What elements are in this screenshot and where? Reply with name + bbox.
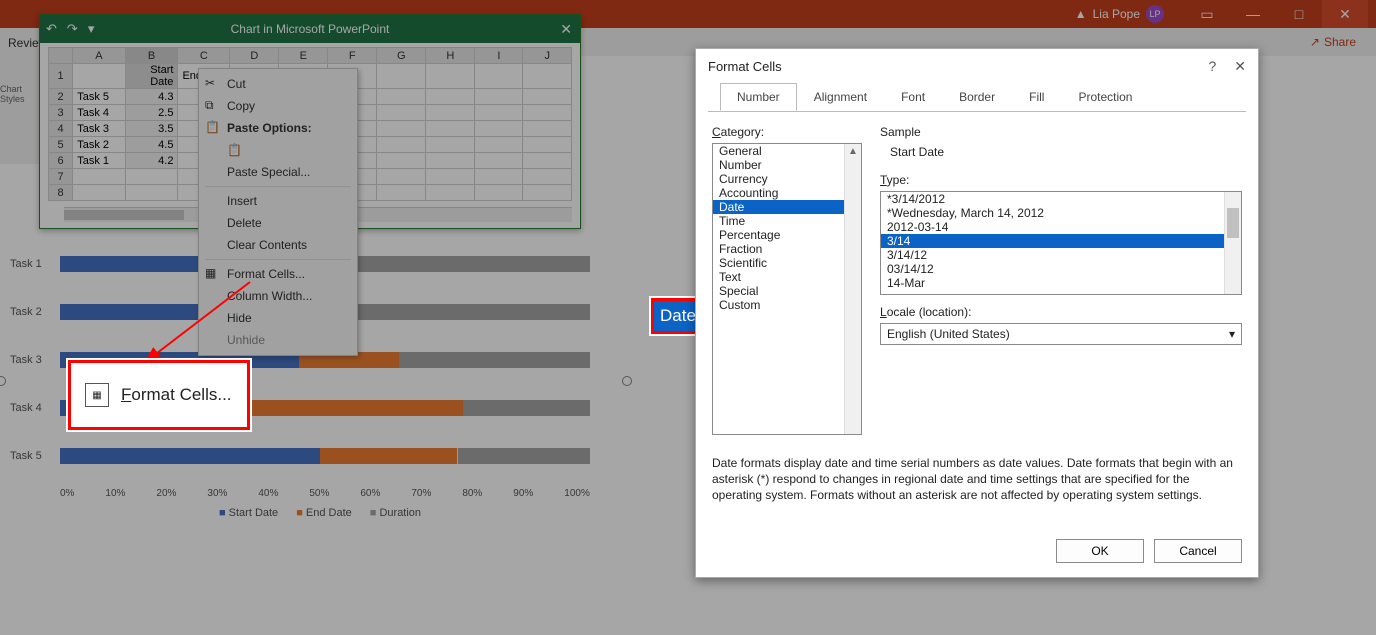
menu-insert[interactable]: Insert (199, 190, 357, 212)
category-label: Category: (712, 125, 862, 139)
type-item[interactable]: 3/14 (881, 234, 1241, 248)
legend-end-date: End Date (296, 507, 352, 519)
chart-styles-label: Chart Styles (0, 84, 42, 104)
dialog-title: Format Cells (708, 59, 782, 74)
tab-alignment[interactable]: Alignment (797, 83, 884, 111)
category-item[interactable]: Fraction (713, 242, 861, 256)
category-item[interactable]: Scientific (713, 256, 861, 270)
scrollbar[interactable]: ▲ (844, 144, 861, 434)
category-item[interactable]: Number (713, 158, 861, 172)
excel-title: Chart in Microsoft PowerPoint (231, 22, 390, 36)
tab-number[interactable]: Number (720, 83, 797, 111)
dialog-help-button[interactable]: ? (1208, 58, 1216, 75)
legend-start-date: Start Date (219, 507, 278, 519)
locale-dropdown[interactable]: English (United States) ▾ (880, 323, 1242, 345)
type-item[interactable]: 2012-03-14 (881, 220, 1241, 234)
type-item[interactable]: *Wednesday, March 14, 2012 (881, 206, 1241, 220)
cut-icon: ✂ (205, 76, 215, 90)
tab-fill[interactable]: Fill (1012, 83, 1061, 111)
tab-font[interactable]: Font (884, 83, 942, 111)
ribbon-left-fragment: Review Chart Styles (0, 28, 42, 164)
category-list[interactable]: GeneralNumberCurrencyAccountingDateTimeP… (712, 143, 862, 435)
redo-icon[interactable]: ↷ (67, 21, 78, 37)
category-item[interactable]: Time (713, 214, 861, 228)
ok-button[interactable]: OK (1056, 539, 1144, 563)
menu-cut[interactable]: ✂Cut (199, 73, 357, 95)
legend-duration: Duration (370, 507, 421, 519)
type-item[interactable]: *3/14/2012 (881, 192, 1241, 206)
y-axis-label: Task 2 (10, 306, 60, 318)
callout-format-cells-label: Format Cells... (121, 385, 232, 405)
type-item[interactable]: 03/14/12 (881, 262, 1241, 276)
callout-date-label: Date (660, 306, 696, 326)
menu-paste-special[interactable]: Paste Special... (199, 161, 357, 183)
minimize-button[interactable]: — (1230, 0, 1276, 28)
y-axis-label: Task 4 (10, 402, 60, 414)
category-item[interactable]: General (713, 144, 861, 158)
excel-close-button[interactable]: ✕ (560, 21, 572, 38)
selection-handle[interactable] (622, 376, 632, 386)
category-item[interactable]: Accounting (713, 186, 861, 200)
ribbon-options-button[interactable]: ▭ (1184, 0, 1230, 28)
type-list[interactable]: *3/14/2012*Wednesday, March 14, 20122012… (880, 191, 1242, 295)
cancel-button[interactable]: Cancel (1154, 539, 1242, 563)
tab-protection[interactable]: Protection (1061, 83, 1149, 111)
user-avatar: LP (1146, 5, 1164, 23)
paste-icon: 📋 (205, 120, 220, 134)
y-axis-label: Task 5 (10, 450, 60, 462)
dialog-close-button[interactable]: ✕ (1234, 58, 1246, 75)
y-axis-label: Task 3 (10, 354, 60, 366)
format-cells-icon: ▦ (85, 383, 109, 407)
category-item[interactable]: Special (713, 284, 861, 298)
locale-label: Locale (location): (880, 305, 1242, 319)
menu-paste-options: 📋Paste Options: (199, 117, 357, 139)
share-button[interactable]: ↗ Share (1310, 35, 1356, 49)
user-name: Lia Pope (1093, 7, 1140, 21)
share-label: Share (1324, 35, 1356, 49)
share-icon: ↗ (1310, 35, 1320, 49)
locale-value: English (United States) (887, 327, 1010, 341)
menu-clear-contents[interactable]: Clear Contents (199, 234, 357, 256)
y-axis-label: Task 1 (10, 258, 60, 270)
scrollbar[interactable] (1224, 192, 1241, 294)
copy-icon: ⧉ (205, 98, 214, 113)
qat-customize-icon[interactable]: ▾ (88, 21, 95, 37)
category-item[interactable]: Custom (713, 298, 861, 312)
category-item[interactable]: Text (713, 270, 861, 284)
type-item[interactable]: 3/14/12 (881, 248, 1241, 262)
format-cells-dialog: Format Cells ? ✕ NumberAlignmentFontBord… (695, 48, 1259, 578)
format-info-text: Date formats display date and time seria… (696, 435, 1258, 504)
paste-option-icon: 📋 (227, 143, 242, 157)
type-label: Type: (880, 173, 1242, 187)
sample-value: Start Date (880, 145, 1242, 159)
close-button[interactable]: ✕ (1322, 0, 1368, 28)
warning-icon: ▲ (1075, 7, 1087, 21)
menu-copy[interactable]: ⧉Copy (199, 95, 357, 117)
maximize-button[interactable]: □ (1276, 0, 1322, 28)
category-item[interactable]: Date (713, 200, 861, 214)
undo-icon[interactable]: ↶ (46, 21, 57, 37)
chevron-down-icon: ▾ (1229, 327, 1235, 341)
type-item[interactable]: 14-Mar (881, 276, 1241, 290)
category-item[interactable]: Currency (713, 172, 861, 186)
selection-handle[interactable] (0, 376, 6, 386)
callout-format-cells: ▦ Format Cells... (68, 360, 250, 430)
menu-paste-option-1[interactable]: 📋 (199, 139, 357, 161)
sample-label: Sample (880, 125, 1242, 139)
format-cells-icon: ▦ (205, 266, 216, 280)
category-item[interactable]: Percentage (713, 228, 861, 242)
account-area[interactable]: ▲ Lia Pope LP (1075, 5, 1164, 23)
excel-titlebar: ↶ ↷ ▾ Chart in Microsoft PowerPoint ✕ (40, 15, 580, 43)
menu-delete[interactable]: Delete (199, 212, 357, 234)
chart-legend: Start Date End Date Duration (10, 507, 630, 519)
tab-border[interactable]: Border (942, 83, 1012, 111)
